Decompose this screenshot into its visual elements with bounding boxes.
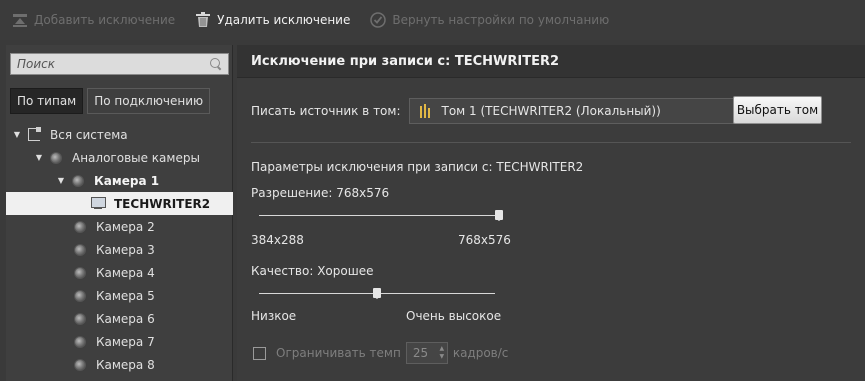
tree-item-camera-8[interactable]: Камера 8 — [6, 353, 233, 376]
add-exception-label: Добавить исключение — [34, 13, 176, 27]
resolution-max-label: 768x576 — [458, 233, 511, 247]
tree-item-techwriter2[interactable]: TECHWRITER2 — [6, 192, 233, 215]
resolution-label: Разрешение: 768x576 — [251, 186, 390, 200]
camera-icon — [74, 243, 86, 256]
storage-volume-icon — [419, 104, 432, 118]
write-volume-label: Писать источник в том: — [251, 104, 401, 118]
resolution-slider-track — [259, 215, 499, 216]
camera-icon — [74, 220, 86, 233]
params-title: Параметры исключения при записи с: TECHW… — [251, 160, 584, 174]
quality-max-label: Очень высокое — [406, 309, 502, 323]
tree-item-camera-2[interactable]: Камера 2 — [6, 215, 233, 238]
limit-framerate-label: Ограничивать темп — [276, 346, 401, 360]
toolbar: Добавить исключение Удалить исключение В… — [0, 0, 865, 40]
tree-item-label: TECHWRITER2 — [114, 196, 211, 211]
choose-volume-button[interactable]: Выбрать том — [733, 96, 822, 124]
tree-item-label: Камера 6 — [96, 311, 155, 326]
tree-item-label: Камера 7 — [96, 334, 155, 349]
limit-framerate-row: Ограничивать темп 25 ▲ ▼ кадров/с — [253, 342, 508, 364]
camera-icon — [74, 266, 86, 279]
reset-defaults-label: Вернуть настройки по умолчанию — [392, 13, 610, 27]
camera-icon — [74, 289, 86, 302]
expand-arrow-icon[interactable]: ▼ — [56, 176, 66, 186]
tree-item-label: Камера 3 — [96, 242, 155, 257]
divider — [251, 142, 851, 143]
expand-arrow-icon[interactable]: ▼ — [12, 130, 22, 140]
framerate-stepper[interactable]: 25 ▲ ▼ — [405, 342, 448, 364]
delete-exception-button[interactable]: Удалить исключение — [195, 0, 350, 40]
tree-item-label: Камера 4 — [96, 265, 155, 280]
tree-item-camera-6[interactable]: Камера 6 — [6, 307, 233, 330]
add-exception-icon — [12, 12, 28, 28]
trash-icon — [195, 12, 211, 28]
tree-item-camera-4[interactable]: Камера 4 — [6, 261, 233, 284]
tree-item-camera-3[interactable]: Камера 3 — [6, 238, 233, 261]
checkmark-icon — [370, 12, 387, 28]
framerate-unit: кадров/с — [452, 346, 509, 360]
camera-icon — [74, 358, 86, 371]
tree-item-label: Камера 1 — [94, 173, 160, 188]
camera-icon — [50, 151, 62, 164]
tab-by-connection[interactable]: По подключению — [87, 88, 211, 114]
quality-slider[interactable] — [259, 288, 495, 300]
volume-value: Том 1 (TECHWRITER2 (Локальный)) — [441, 104, 661, 118]
framerate-value: 25 — [412, 346, 429, 360]
system-icon — [28, 127, 41, 141]
volume-field[interactable]: Том 1 (TECHWRITER2 (Локальный)) — [408, 98, 734, 124]
tree-item-label: Камера 8 — [96, 357, 155, 372]
resolution-min-label: 384x288 — [251, 233, 304, 247]
exception-settings-panel: Исключение при записи с: TECHWRITER2 Пис… — [237, 45, 865, 381]
tree-item-analog-cameras[interactable]: ▼ Аналоговые камеры — [6, 146, 233, 169]
expand-arrow-icon[interactable]: ▼ — [34, 153, 44, 163]
tree-item-camera-7[interactable]: Камера 7 — [6, 330, 233, 353]
resolution-slider-thumb[interactable] — [495, 210, 503, 221]
device-tree: ▼ Вся система ▼ Аналоговые камеры ▼ Каме… — [6, 123, 233, 376]
delete-exception-label: Удалить исключение — [217, 13, 351, 27]
tree-item-label: Камера 5 — [96, 288, 155, 303]
camera-icon — [74, 312, 86, 325]
add-exception-button[interactable]: Добавить исключение — [12, 0, 175, 40]
camera-icon — [74, 335, 86, 348]
tab-by-type[interactable]: По типам — [10, 88, 84, 114]
tree-item-label: Камера 2 — [96, 219, 155, 234]
panel-title: Исключение при записи с: TECHWRITER2 — [237, 45, 865, 78]
quality-min-label: Низкое — [251, 309, 297, 323]
computer-icon — [90, 197, 106, 210]
search-placeholder: Поиск — [17, 57, 56, 71]
limit-framerate-checkbox[interactable] — [253, 346, 266, 360]
search-input[interactable]: Поиск — [10, 53, 229, 75]
tree-item-label: Вся система — [50, 127, 128, 142]
write-volume-row: Писать источник в том: Том 1 (TECHWRITER… — [251, 98, 734, 124]
stepper-arrows-icon[interactable]: ▲ ▼ — [437, 343, 447, 363]
tree-item-camera-1[interactable]: ▼ Камера 1 — [6, 169, 233, 192]
device-tree-panel: Поиск По типам По подключению ▼ Вся сист… — [6, 45, 233, 381]
quality-label: Качество: Хорошее — [251, 264, 374, 278]
quality-slider-thumb[interactable] — [373, 288, 381, 299]
reset-defaults-button[interactable]: Вернуть настройки по умолчанию — [370, 0, 609, 40]
grouping-tabs: По типам По подключению — [10, 88, 214, 114]
camera-icon — [72, 174, 84, 187]
resolution-slider[interactable] — [259, 210, 503, 222]
tree-item-all-system[interactable]: ▼ Вся система — [6, 123, 233, 146]
tree-item-camera-5[interactable]: Камера 5 — [6, 284, 233, 307]
search-icon — [210, 58, 222, 70]
tree-item-label: Аналоговые камеры — [72, 150, 200, 165]
